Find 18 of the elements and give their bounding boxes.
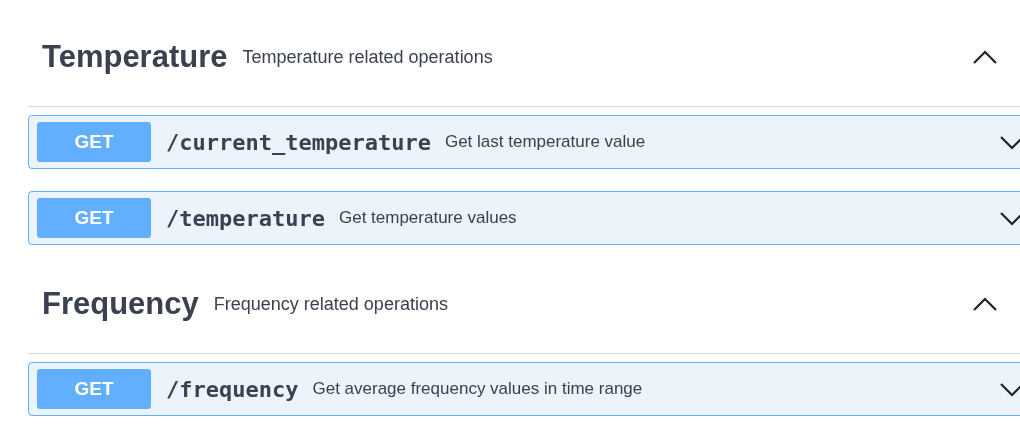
chevron-up-icon xyxy=(972,49,998,65)
section-title: Temperature xyxy=(42,39,228,75)
operation-row[interactable]: GET /current_temperature Get last temperature value xyxy=(28,115,1020,169)
section-description: Frequency related operations xyxy=(213,293,448,315)
section-title: Frequency xyxy=(42,286,199,322)
endpoint-summary: Get average frequency values in time range xyxy=(312,379,643,399)
endpoint-path: /frequency xyxy=(166,376,299,402)
endpoint-summary: Get temperature values xyxy=(338,208,517,228)
chevron-down-icon[interactable] xyxy=(999,381,1020,397)
operation-row[interactable]: GET /temperature Get temperature values xyxy=(28,191,1020,245)
endpoint-path: /temperature xyxy=(166,205,325,231)
section-description: Temperature related operations xyxy=(242,46,493,68)
endpoint-summary: Get last temperature value xyxy=(444,132,646,152)
operation-row[interactable]: GET /frequency Get average frequency values in time range xyxy=(28,362,1020,416)
chevron-down-icon[interactable] xyxy=(999,134,1020,150)
endpoint-path: /current_temperature xyxy=(166,129,431,155)
chevron-up-icon xyxy=(972,296,998,312)
chevron-down-icon[interactable] xyxy=(999,210,1020,226)
